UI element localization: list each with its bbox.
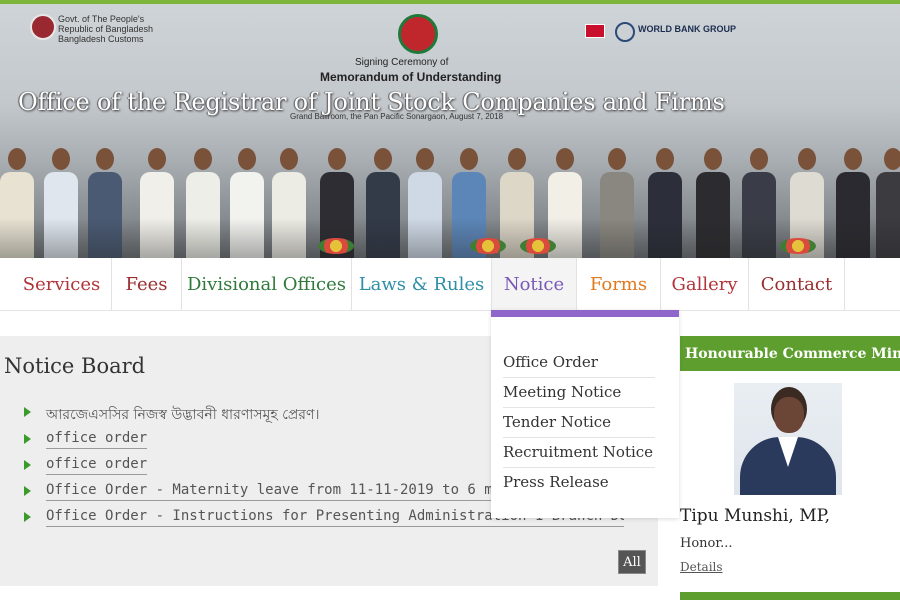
site-title: Office of the Registrar of Joint Stock C… [18,88,725,116]
all-notices-button[interactable]: All [618,550,646,574]
nav-item-services[interactable]: Services [12,258,112,310]
nav-item-forms[interactable]: Forms [577,258,661,310]
nav-item-laws-rules[interactable]: Laws & Rules [352,258,492,310]
notice-board-title: Notice Board [4,354,146,378]
nav-item-fees[interactable]: Fees [112,258,182,310]
dropdown-item-office-order[interactable]: Office Order [503,353,655,378]
bullet-arrow-icon [24,434,31,444]
sidebar-bottom-strip [680,592,900,600]
nav-item-gallery[interactable]: Gallery [661,258,749,310]
minister-name: Tipu Munshi, MP, [680,506,831,526]
header-banner: Govt. of The People's Republic of Bangla… [0,0,900,258]
bangladesh-emblem-icon [398,14,438,54]
dropdown-item-recruitment-notice[interactable]: Recruitment Notice [503,443,655,468]
notice-dropdown-menu: Office Order Meeting Notice Tender Notic… [491,310,679,518]
customs-logo-text: Govt. of The People's Republic of Bangla… [58,14,154,44]
bullet-arrow-icon [24,512,31,522]
uk-flag-icon [585,24,605,38]
minister-details-link[interactable]: Details [680,560,723,574]
bullet-arrow-icon [24,486,31,496]
nav-item-divisional-offices[interactable]: Divisional Offices [182,258,352,310]
dropdown-item-tender-notice[interactable]: Tender Notice [503,413,655,438]
world-bank-logo-text: WORLD BANK GROUP [638,24,736,34]
mou-text: Memorandum of Understanding [320,70,502,84]
minister-designation: Honor... [680,536,733,551]
nav-item-notice[interactable]: Notice [491,258,577,310]
minister-panel-heading: Honourable Commerce Minister [680,336,900,371]
notice-item-link[interactable]: office order [46,430,148,449]
notice-item-link[interactable]: আরজেএসসির নিজস্ব উদ্ভাবনী ধারণাসমূহ প্রে… [46,403,319,425]
bullet-arrow-icon [24,460,31,470]
dropdown-item-press-release[interactable]: Press Release [503,473,655,497]
world-bank-globe-icon [615,22,635,42]
customs-logo-icon [30,14,56,40]
bullet-arrow-icon [24,407,31,417]
top-accent-strip [0,0,900,4]
dropdown-item-meeting-notice[interactable]: Meeting Notice [503,383,655,408]
main-nav: Services Fees Divisional Offices Laws & … [0,258,900,311]
notice-item-link[interactable]: office order [46,456,148,475]
minister-photo [734,383,842,495]
ceremony-text: Signing Ceremony of [355,57,449,68]
group-photo [0,140,900,258]
nav-item-contact[interactable]: Contact [749,258,845,310]
